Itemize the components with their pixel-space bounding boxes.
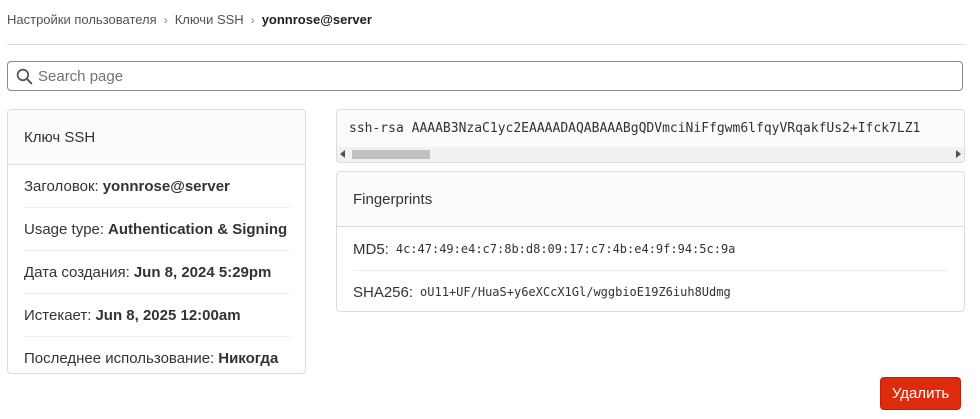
divider xyxy=(7,44,965,45)
search-input[interactable] xyxy=(33,66,962,86)
search-box[interactable] xyxy=(7,61,963,91)
horizontal-scrollbar[interactable] xyxy=(337,147,964,162)
md5-label: MD5: xyxy=(353,240,389,258)
last-used-value: Никогда xyxy=(218,349,279,367)
breadcrumb-ssh-keys[interactable]: Ключи SSH xyxy=(175,12,244,27)
public-key-text: ssh-rsa AAAAB3NzaC1yc2EAAAADAQABAAABgQDV… xyxy=(349,121,921,136)
delete-button[interactable]: Удалить xyxy=(880,377,961,410)
created-value: Jun 8, 2024 5:29pm xyxy=(133,263,272,281)
created-row: Дата создания: Jun 8, 2024 5:29pm xyxy=(24,251,289,294)
last-used-label: Последнее использование: xyxy=(24,349,215,367)
expires-label: Истекает: xyxy=(24,306,92,324)
breadcrumb: Настройки пользователя › Ключи SSH › yon… xyxy=(7,12,372,27)
expires-value: Jun 8, 2025 12:00am xyxy=(95,306,241,324)
breadcrumb-current[interactable]: yonnrose@server xyxy=(262,12,372,27)
public-key-box[interactable]: ssh-rsa AAAAB3NzaC1yc2EAAAADAQABAAABgQDV… xyxy=(336,109,965,163)
sha256-label: SHA256: xyxy=(353,283,414,301)
chevron-right-icon: › xyxy=(250,12,255,27)
last-used-row: Последнее использование: Никогда xyxy=(24,337,289,379)
created-label: Дата создания: xyxy=(24,263,130,281)
title-value: yonnrose@server xyxy=(102,177,230,195)
md5-row: MD5: 4c:47:49:e4:c7:8b:d8:09:17:c7:4b:e4… xyxy=(353,228,948,270)
title-label: Заголовок: xyxy=(24,177,99,195)
usage-type-value: Authentication & Signing xyxy=(108,220,288,238)
key-details-header: Ключ SSH xyxy=(8,110,305,165)
scroll-left-icon[interactable] xyxy=(340,150,345,158)
fingerprints-card: Fingerprints MD5: 4c:47:49:e4:c7:8b:d8:0… xyxy=(336,171,965,312)
key-details-card: Ключ SSH Заголовок: yonnrose@server Usag… xyxy=(7,109,306,374)
sha256-row: SHA256: oU11+UF/HuaS+y6eXCcX1Gl/wggbioE1… xyxy=(353,270,948,313)
key-details-list: Заголовок: yonnrose@server Usage type: A… xyxy=(8,165,305,379)
expires-row: Истекает: Jun 8, 2025 12:00am xyxy=(24,294,289,337)
breadcrumb-user-settings[interactable]: Настройки пользователя xyxy=(7,12,157,27)
chevron-right-icon: › xyxy=(163,12,168,27)
scrollbar-thumb[interactable] xyxy=(352,150,430,159)
scroll-right-icon[interactable] xyxy=(956,150,961,158)
fingerprints-list: MD5: 4c:47:49:e4:c7:8b:d8:09:17:c7:4b:e4… xyxy=(337,227,964,313)
search-icon xyxy=(16,68,33,84)
md5-value: 4c:47:49:e4:c7:8b:d8:09:17:c7:4b:e4:9f:9… xyxy=(395,242,736,256)
usage-type-row: Usage type: Authentication & Signing xyxy=(24,208,289,251)
usage-type-label: Usage type: xyxy=(24,220,105,238)
sha256-value: oU11+UF/HuaS+y6eXCcX1Gl/wggbioE19Z6iuh8U… xyxy=(420,285,731,299)
fingerprints-header: Fingerprints xyxy=(337,172,964,227)
title-row: Заголовок: yonnrose@server xyxy=(24,165,289,208)
